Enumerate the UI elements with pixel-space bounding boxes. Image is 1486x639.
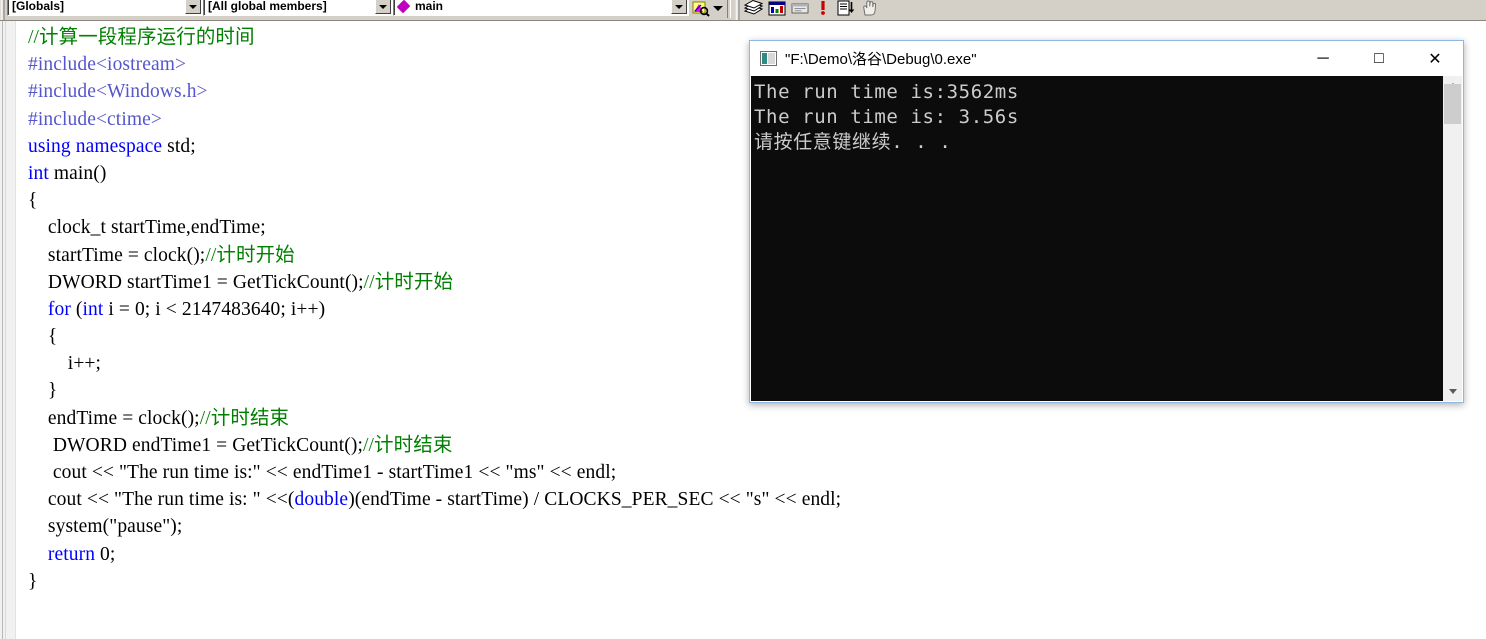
class-scope-combo[interactable]: [Globals] [7,0,203,16]
code-token: #include [28,81,96,103]
hand-pointer-icon[interactable] [857,0,880,18]
error-marker-icon[interactable] [811,0,834,18]
class-scope-combo-value: [Globals] [12,0,65,13]
code-token: <iostream> [95,54,187,76]
console-scrollbar[interactable] [1443,76,1462,401]
code-token: endTime = clock(); [28,407,200,429]
code-token: { [28,190,38,212]
code-token: cout << "The run time is:" << endTime1 -… [28,462,617,483]
code-token: { [28,326,58,348]
code-token: //计时结束 [199,407,290,429]
code-line: system("pause"); [28,513,1486,540]
console-titlebar[interactable]: "F:\Demo\洛谷\Debug\0.exe" ─ □ ✕ [750,41,1463,76]
code-token: //计时开始 [205,244,295,266]
console-app-icon [760,51,777,66]
close-button[interactable]: ✕ [1407,41,1463,76]
code-token: //计时开始 [363,271,454,293]
console-output-line: 请按任意键继续. . . [754,131,952,153]
console-title: "F:\Demo\洛谷\Debug\0.exe" [785,51,977,68]
workspace-icon[interactable] [788,0,811,18]
code-token: main() [48,162,107,184]
code-line: DWORD endTime1 = GetTickCount();//计时结束 [28,432,1486,459]
code-line: } [28,568,1486,595]
code-token: i = 0; i < 2147483640; i++) [103,298,326,320]
console-output-line: The run time is:3562ms [754,81,1019,103]
chevron-down-icon[interactable] [671,0,687,14]
code-line: endTime = clock();//计时结束 [28,405,1486,432]
toolbar-separator [727,0,731,18]
books-icon[interactable] [742,0,765,18]
code-token: return [47,543,96,565]
code-token: <ctime> [95,108,162,130]
code-token: system("pause"); [28,516,183,538]
code-token: std; [162,135,196,157]
code-token: //计时结束 [363,434,453,456]
code-token: int [82,298,104,320]
code-token: ( [70,298,83,320]
editor-gutter[interactable] [0,21,16,639]
member-diamond-icon [396,0,411,14]
ide-toolbar: [Globals] [All global members] main [0,0,1486,21]
console-output[interactable]: The run time is:3562ms The run time is: 3… [751,76,1445,401]
code-token: #include [28,54,96,76]
code-token: #include [28,108,96,130]
code-token: for [47,298,71,320]
chevron-down-icon[interactable] [185,0,201,14]
code-token: using namespace [28,135,163,157]
symbol-combo-value: main [415,0,444,13]
code-token: 0; [95,543,116,565]
console-window[interactable]: "F:\Demo\洛谷\Debug\0.exe" ─ □ ✕ The run t… [749,40,1464,403]
maximize-button[interactable]: □ [1351,41,1407,76]
toolbar-grip-handle[interactable] [0,0,6,20]
members-scope-combo-value: [All global members] [208,0,327,13]
output-list-icon[interactable] [834,0,857,18]
code-token: double [294,489,349,511]
members-scope-combo[interactable]: [All global members] [203,0,393,16]
toolbar-grip-handle-2[interactable] [735,0,741,20]
code-line: cout << "The run time is:" << endTime1 -… [28,459,1486,486]
minimize-button[interactable]: ─ [1295,41,1351,76]
scroll-down-arrow-icon[interactable] [1443,382,1462,401]
symbol-combo[interactable]: main [393,0,689,16]
chevron-down-icon[interactable] [375,0,391,14]
code-token: DWORD startTime1 = GetTickCount(); [28,271,364,293]
code-token: clock_t startTime,endTime; [28,217,266,239]
resource-view-icon[interactable] [765,0,788,18]
code-token: cout << "The run time is: " <<( [28,489,295,511]
code-token: } [28,570,38,592]
console-output-line: The run time is: 3.56s [754,106,1019,128]
code-token: DWORD endTime1 = GetTickCount(); [28,434,364,456]
find-dropdown-arrow-icon[interactable] [712,0,723,18]
code-line: return 0; [28,541,1486,568]
code-token: //计算一段程序运行的时间 [28,27,255,48]
scrollbar-thumb[interactable] [1444,84,1461,124]
code-token: )(endTime - startTime) / CLOCKS_PER_SEC … [348,489,842,511]
code-token: <Windows.h> [95,81,208,103]
code-token: startTime = clock(); [28,244,206,266]
code-token: int [28,162,49,184]
code-token: i++; [28,353,102,375]
find-in-files-icon[interactable] [689,0,712,18]
code-line: cout << "The run time is: " <<(double)(e… [28,486,1486,513]
code-token: } [28,380,58,402]
